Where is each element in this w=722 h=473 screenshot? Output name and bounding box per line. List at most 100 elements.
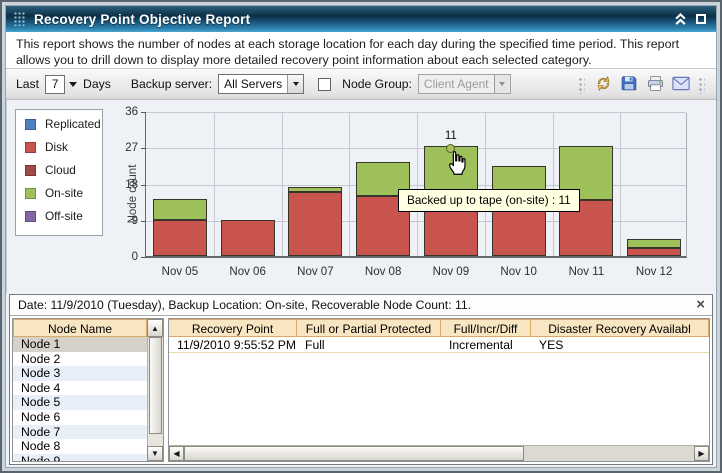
drag-grip-icon[interactable] [14,12,26,26]
bar-segment-disk[interactable] [627,247,682,256]
gridline [417,113,418,256]
toolbar-grip-icon [699,78,705,94]
node-list-item[interactable]: Node 8 [13,439,147,454]
node-list-item[interactable]: Node 7 [13,424,147,440]
scrollbar-thumb[interactable] [149,337,162,434]
table-column-header[interactable]: Recovery Point [169,320,297,336]
node-list-item[interactable]: Node 9 [13,453,147,461]
bar-segment-on-site[interactable] [152,198,207,220]
days-label: Days [83,77,111,91]
table-column-header[interactable]: Full or Partial Protected [297,320,441,336]
bar-segment-disk[interactable] [288,191,343,256]
node-group-label: Node Group: [342,77,412,91]
maximize-icon[interactable] [696,14,706,24]
bar-segment-disk[interactable] [220,219,275,256]
legend-item[interactable]: Replicated [25,117,102,131]
node-list-item[interactable]: Node 1 [13,337,147,352]
legend-swatch-icon [25,164,36,176]
y-tick [141,184,146,186]
gridline [620,113,622,256]
table-column-header[interactable]: Full/Incr/Diff [441,320,531,336]
node-list-pane: Node Name ▲ Node 1 Node 2 Node 3 Node 4 Node… [12,318,164,462]
y-tick [141,112,146,113]
report-description: This report shows the number of nodes at… [6,32,716,69]
refresh-button[interactable] [592,72,614,94]
email-button[interactable] [670,72,692,94]
drilldown-header: Date: 11/9/2010 (Tuesday), Backup Locati… [10,295,712,316]
legend-label: Disk [45,140,68,154]
node-name-column-header[interactable]: Node Name [13,319,147,337]
close-icon[interactable]: × [696,296,705,314]
backup-server-dropdown-button[interactable] [287,75,304,93]
scroll-right-button[interactable]: ▶ [694,446,709,461]
email-icon [672,76,690,90]
scroll-down-button[interactable]: ▼ [147,446,163,461]
legend-label: Replicated [45,117,101,131]
node-list-item[interactable]: Node 5 [13,395,147,410]
x-tick-label: Nov 10 [500,266,537,278]
x-tick-label: Nov 05 [161,266,199,278]
last-label: Last [16,77,40,91]
table-horizontal-scrollbar[interactable]: ◀ ▶ [169,445,709,461]
bar-segment-disk[interactable] [152,219,207,256]
period-input[interactable]: 7 [45,74,66,94]
bar-chart-plot[interactable]: 0 9 18 27 36 Nov 05 Nov 06 Nov 07 Nov 08 Nov 09 No… [125,106,687,278]
legend-label: Cloud [45,163,76,177]
node-list-item[interactable]: Node 6 [13,410,147,425]
y-tick [141,148,146,150]
table-cell: Incremental [449,338,513,352]
scrollbar-thumb[interactable] [184,446,525,461]
node-group-dropdown-button [493,75,510,93]
backup-server-label: Backup server: [130,77,213,91]
y-tick-label: 18 [125,178,138,191]
print-button[interactable] [644,72,666,94]
x-tick-label: Nov 06 [229,266,266,278]
drilldown-panel: Date: 11/9/2010 (Tuesday), Backup Locati… [9,294,713,465]
legend-item[interactable]: Cloud [25,163,102,177]
scroll-up-button[interactable]: ▲ [147,319,163,337]
node-list-item[interactable]: Node 2 [13,352,147,367]
legend-swatch-icon [25,118,36,130]
gridline [213,113,215,256]
x-tick-label: Nov 07 [297,266,334,278]
page-title: Recovery Point Objective Report [34,11,251,27]
legend-label: On-site [45,186,84,200]
legend-item[interactable]: Disk [25,140,102,154]
node-list-item[interactable]: Node 4 [13,381,147,396]
gridline [281,113,283,256]
backup-server-select[interactable]: All Servers [218,74,305,94]
node-list-scrollbar[interactable] [147,337,163,461]
title-bar[interactable]: Recovery Point Objective Report [6,6,716,32]
legend-label: Off-site [45,209,83,223]
table-header-row: Recovery Point Full or Partial Protected F… [169,319,709,337]
bar-segment-on-site[interactable] [627,238,682,248]
chart-area: Replicated Disk Cloud On-site Off-site Node … [6,100,716,293]
node-list: Node 1 Node 2 Node 3 Node 4 Node 5 Node 6 Node… [13,337,147,461]
node-group-select: Client Agent [417,74,511,94]
print-icon [647,75,663,91]
legend-swatch-icon [25,141,36,153]
y-tick-label: 27 [125,142,138,155]
chevron-down-icon [292,82,299,86]
bar-segment-on-site[interactable] [288,186,343,192]
table-column-header[interactable]: Disaster Recovery Availabl [531,320,709,336]
gridline [146,112,686,113]
chevron-down-icon [499,82,506,86]
save-button[interactable] [618,72,640,94]
table-row[interactable]: 11/9/2010 9:55:52 PM Full Incremental YES [169,337,709,353]
collapse-icon[interactable] [674,12,687,26]
y-tick [141,257,146,258]
node-group-checkbox[interactable] [318,77,332,91]
gridline [349,113,351,256]
legend-item[interactable]: On-site [25,186,102,200]
legend-swatch-icon [25,210,36,222]
y-tick-label: 36 [125,106,138,118]
x-tick-label: Nov 08 [364,266,402,278]
period-dropdown-icon[interactable] [69,81,78,87]
node-list-item[interactable]: Node 3 [13,366,147,381]
y-tick-label: 0 [131,251,138,263]
refresh-icon [597,75,609,91]
legend-item[interactable]: Off-site [25,209,102,223]
table-cell: Full [305,338,325,352]
scroll-left-button[interactable]: ◀ [169,446,184,461]
